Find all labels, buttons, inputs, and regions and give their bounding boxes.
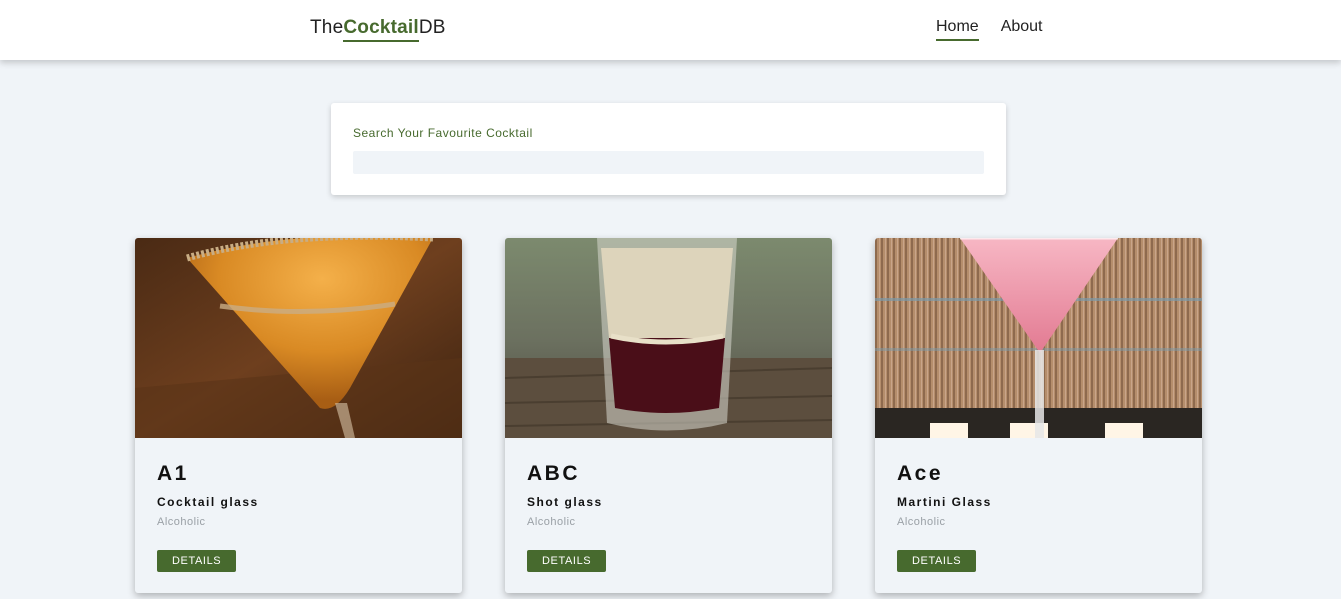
cocktail-image: [135, 238, 462, 438]
cocktail-glass: Cocktail glass: [157, 495, 259, 509]
search-panel: Search Your Favourite Cocktail: [331, 103, 1006, 195]
cocktail-image: [875, 238, 1202, 438]
card-body: Ace Martini Glass Alcoholic DETAILS: [897, 462, 1180, 572]
cocktail-type: Alcoholic: [157, 516, 206, 528]
card-body: ABC Shot glass Alcoholic DETAILS: [527, 462, 810, 572]
cocktail-type: Alcoholic: [527, 516, 576, 528]
logo-prefix: The: [310, 17, 344, 38]
cocktail-card: A1 Cocktail glass Alcoholic DETAILS: [135, 238, 462, 593]
cocktail-glass: Shot glass: [527, 495, 603, 509]
cocktail-image: [505, 238, 832, 438]
search-input[interactable]: [353, 151, 984, 174]
site-logo[interactable]: TheCocktailDB: [310, 17, 446, 42]
cocktail-card: Ace Martini Glass Alcoholic DETAILS: [875, 238, 1202, 593]
details-button[interactable]: DETAILS: [157, 550, 237, 572]
nav-link-home[interactable]: Home: [936, 18, 979, 41]
cocktail-card: ABC Shot glass Alcoholic DETAILS: [505, 238, 832, 593]
cocktail-name: A1: [157, 462, 189, 485]
details-button[interactable]: DETAILS: [527, 550, 607, 572]
logo-suffix: DB: [418, 17, 446, 38]
card-body: A1 Cocktail glass Alcoholic DETAILS: [157, 462, 440, 572]
cocktail-name: ABC: [527, 462, 580, 485]
cocktail-glass: Martini Glass: [897, 495, 992, 509]
cocktail-type: Alcoholic: [897, 516, 946, 528]
main-nav: Home About: [936, 18, 1043, 41]
nav-link-about[interactable]: About: [1001, 18, 1043, 41]
details-button[interactable]: DETAILS: [897, 550, 977, 572]
cocktail-name: Ace: [897, 462, 944, 485]
search-label: Search Your Favourite Cocktail: [353, 126, 533, 140]
logo-accent: Cocktail: [343, 17, 419, 42]
navbar: TheCocktailDB Home About: [0, 0, 1341, 60]
